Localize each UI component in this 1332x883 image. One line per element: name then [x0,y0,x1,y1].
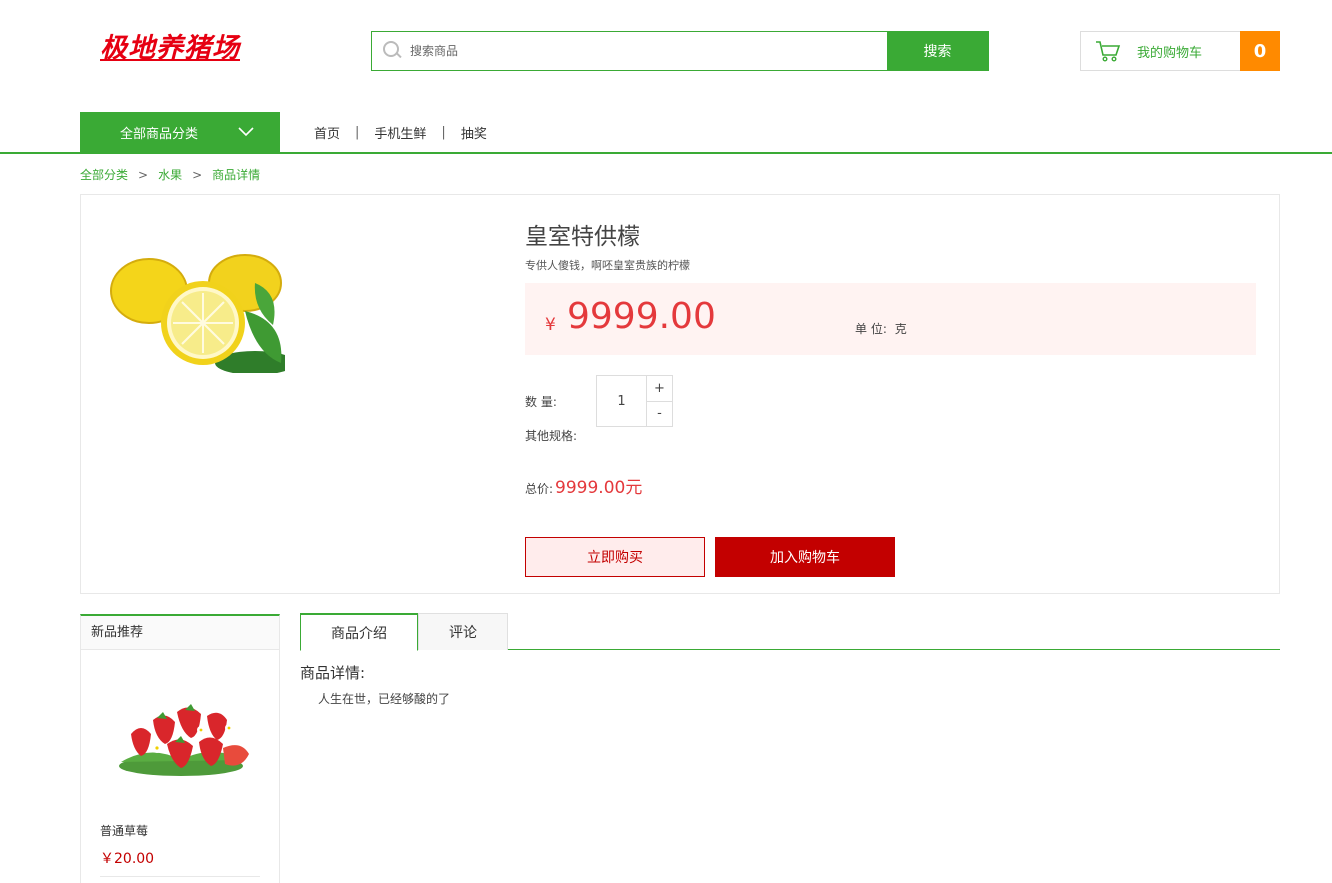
unit-value: 克 [894,322,907,336]
cart-link[interactable]: 我的购物车 [1081,32,1240,70]
cart-count-badge: 0 [1240,31,1280,71]
quantity-stepper: 1 + - [596,375,673,427]
nav-link-fresh[interactable]: 手机生鲜 [374,123,426,142]
breadcrumb-separator: > [138,167,149,182]
cart-label: 我的购物车 [1137,45,1203,61]
quantity-plus-button[interactable]: + [647,376,672,402]
search-bar: 搜索 [371,31,989,71]
spec-label: 其他规格: [525,429,578,443]
breadcrumb: 全部分类 > 水果 > 商品详情 [80,166,260,183]
nav-link-home[interactable]: 首页 [314,123,340,142]
sidebar-product-price: ￥20.00 [100,851,155,867]
detail-title: 商品详情: [300,664,366,682]
total-label: 总价: [525,482,554,496]
sidebar-product-name[interactable]: 普通草莓 [100,822,148,839]
tab-product-intro[interactable]: 商品介绍 [300,613,418,651]
logo-text: 极地养猪场 [100,33,240,64]
total-price: 总价: 9999.00元 [525,473,642,498]
buy-now-button[interactable]: 立即购买 [525,537,705,577]
sidebar-divider [100,876,260,877]
site-logo[interactable]: 极地养猪场 [100,30,250,70]
new-products-sidebar: 新品推荐 普通草莓 ￥20.00 [80,614,280,883]
chevron-down-icon [238,127,254,137]
detail-text: 人生在世，已经够酸的了 [318,692,451,706]
breadcrumb-fruit[interactable]: 水果 [158,166,182,183]
nav-separator: | [441,124,446,140]
strawberry-product-image[interactable] [111,684,253,784]
main-nav: 首页 | 手机生鲜 | 抽奖 [314,112,487,152]
nav-link-lottery[interactable]: 抽奖 [461,123,487,142]
nav-separator: | [355,124,360,140]
currency-symbol: ¥ [545,315,556,335]
sidebar-title: 新品推荐 [81,616,279,650]
search-button[interactable]: 搜索 [887,32,988,70]
all-categories-label: 全部商品分类 [120,126,199,142]
product-panel: 皇室特供檬 专供人傻钱，啊呸皇室贵族的柠檬 ¥ 9999.00 单 位: 克 数… [80,194,1280,594]
breadcrumb-detail[interactable]: 商品详情 [212,166,260,183]
quantity-buttons: + - [647,376,672,426]
total-value: 9999.00元 [555,478,643,498]
search-input-wrapper [372,32,887,70]
detail-tabs: 商品介绍 评论 [300,613,1280,651]
my-cart[interactable]: 我的购物车 0 [1080,31,1280,71]
quantity-minus-button[interactable]: - [647,402,672,427]
price-box: ¥ 9999.00 单 位: 克 [525,283,1256,355]
breadcrumb-separator: > [192,167,203,182]
add-to-cart-button[interactable]: 加入购物车 [715,537,895,577]
breadcrumb-all[interactable]: 全部分类 [80,166,128,183]
product-title: 皇室特供檬 [525,224,640,250]
unit-label: 单 位: [855,322,887,336]
product-price: 9999.00 [567,296,716,337]
quantity-input[interactable]: 1 [597,376,647,426]
product-subtitle: 专供人傻钱，啊呸皇室贵族的柠檬 [525,259,690,272]
cart-icon [1096,41,1121,62]
unit-info: 单 位: 克 [855,320,907,337]
nav-divider [0,152,1332,154]
all-categories-menu[interactable]: 全部商品分类 [80,112,280,152]
search-input[interactable] [410,44,710,58]
lemon-product-image [110,254,285,373]
quantity-label: 数 量: [525,395,557,409]
search-icon [382,40,404,62]
tab-comments[interactable]: 评论 [418,613,508,650]
